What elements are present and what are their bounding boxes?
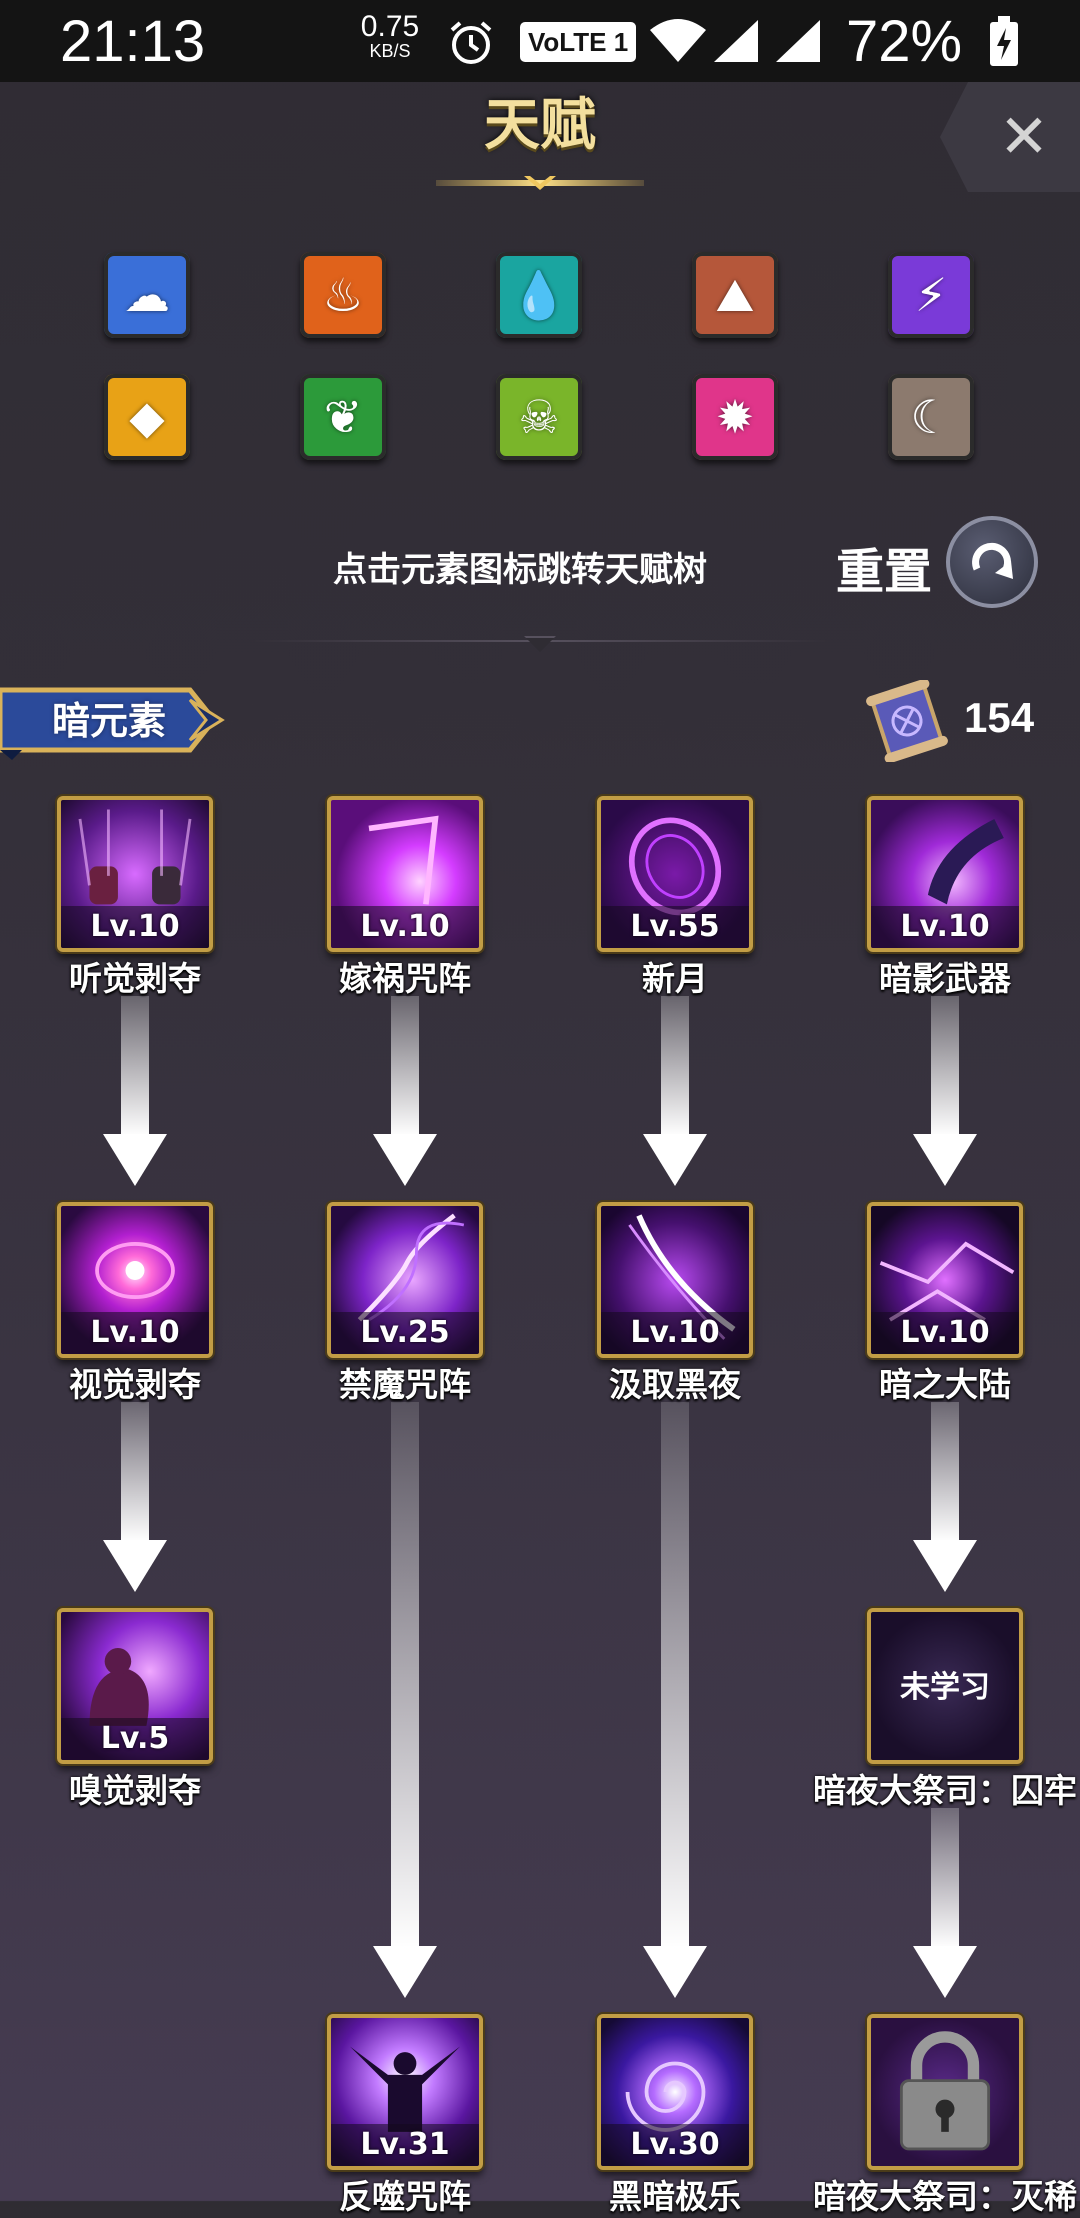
close-button[interactable]: ✕: [940, 82, 1080, 192]
skill-level: Lv.25: [331, 1312, 479, 1354]
arrow-down-long-icon: [643, 1402, 707, 1998]
skill-tile[interactable]: Lv.10: [57, 796, 213, 952]
skill-name: 暗影武器: [879, 959, 1011, 998]
arrow-down-icon: [103, 996, 167, 1186]
network-speed-value: 0.75: [360, 10, 420, 43]
lock-icon: [899, 2031, 991, 2151]
arrow-down-icon: [643, 996, 707, 1186]
water-drop-icon: 💧: [510, 268, 568, 322]
element-light-button[interactable]: ◆: [104, 374, 190, 460]
volte-badge: VoLTE 1: [520, 22, 637, 62]
talent-scroll-icon: [866, 680, 948, 762]
network-speed: 0.75 KB/S: [360, 10, 420, 61]
title-ornament: [436, 176, 644, 190]
skill-tile[interactable]: Lv.10: [327, 796, 483, 952]
skill-name: 嗅觉剥夺: [69, 1771, 201, 1810]
element-poison-button[interactable]: ☠: [496, 374, 582, 460]
arrow-down-icon: [103, 1402, 167, 1592]
skill-name: 禁魔咒阵: [339, 1365, 471, 1404]
skill-tile[interactable]: Lv.31: [327, 2014, 483, 2170]
page-title: 天赋: [484, 93, 596, 158]
skill-level: Lv.10: [61, 906, 209, 948]
wifi-icon: [650, 19, 706, 62]
alarm-icon: [450, 21, 492, 64]
signal-icon: [714, 20, 758, 62]
element-wind-button[interactable]: ☁: [104, 252, 190, 338]
refresh-icon: [972, 542, 1013, 579]
skill-status: 未学习: [900, 1670, 990, 1705]
skill-tile[interactable]: Lv.25: [327, 1202, 483, 1358]
skill-level: Lv.5: [61, 1718, 209, 1760]
element-water-button[interactable]: 💧: [496, 252, 582, 338]
battery-percent: 72%: [846, 9, 963, 74]
skill-tile-locked[interactable]: [867, 2014, 1023, 2170]
arrow-down-icon: [913, 1402, 977, 1592]
light-icon: ◆: [129, 390, 165, 444]
skill-name: 新月: [642, 959, 708, 998]
wind-icon: ☁: [124, 268, 170, 322]
skill-name: 反噬咒阵: [339, 2177, 471, 2216]
skill-tile[interactable]: Lv.30: [597, 2014, 753, 2170]
leaf-icon: ❦: [323, 390, 363, 444]
lightning-icon: ⚡: [914, 268, 948, 322]
skill-tile[interactable]: Lv.10: [597, 1202, 753, 1358]
close-icon: ✕: [998, 102, 1050, 172]
skill-name: 听觉剥夺: [69, 959, 201, 998]
element-earth-button[interactable]: ⛰: [692, 252, 778, 338]
fire-icon: ♨: [322, 268, 364, 322]
earth-icon: ⛰: [715, 268, 755, 322]
skill-name: 视觉剥夺: [69, 1365, 201, 1404]
skill-name: 暗夜大祭司：囚牢: [813, 1771, 1077, 1810]
element-moon-button[interactable]: ☾: [888, 374, 974, 460]
skill-level: Lv.10: [61, 1312, 209, 1354]
reset-button[interactable]: [946, 516, 1038, 608]
arrow-down-icon: [913, 1808, 977, 1998]
skill-name: 暗夜大祭司：灭稀: [813, 2177, 1077, 2216]
skill-level: Lv.10: [331, 906, 479, 948]
skill-tile[interactable]: Lv.10: [867, 796, 1023, 952]
arrow-down-long-icon: [373, 1402, 437, 1998]
network-speed-unit: KB/S: [369, 41, 411, 61]
skill-tile-locked[interactable]: 未学习: [867, 1608, 1023, 1764]
skill-tile[interactable]: Lv.5: [57, 1608, 213, 1764]
skill-level: Lv.30: [601, 2124, 749, 2166]
skill-tile[interactable]: Lv.55: [597, 796, 753, 952]
skill-tile[interactable]: Lv.10: [57, 1202, 213, 1358]
skill-name: 嫁祸咒阵: [339, 959, 471, 998]
element-holy-button[interactable]: ✹: [692, 374, 778, 460]
section-title: 暗元素: [52, 699, 167, 743]
hint-text: 点击元素图标跳转天赋树: [333, 550, 707, 590]
arrow-down-icon: [373, 996, 437, 1186]
divider-notch: [524, 636, 556, 652]
skill-level: Lv.10: [871, 1312, 1019, 1354]
moon-icon: ☾: [910, 390, 952, 444]
arrow-down-icon: [913, 996, 977, 1186]
skill-level: Lv.55: [601, 906, 749, 948]
sun-icon: ✹: [715, 390, 755, 444]
status-bar: 21:13 0.75 KB/S VoLTE 1 72%: [0, 0, 1080, 82]
battery-icon: [990, 16, 1018, 66]
element-fire-button[interactable]: ♨: [300, 252, 386, 338]
element-nature-button[interactable]: ❦: [300, 374, 386, 460]
skill-level: Lv.10: [871, 906, 1019, 948]
talent-points: 154: [964, 694, 1035, 741]
signal-icon-2: [776, 20, 820, 62]
skill-name: 汲取黑夜: [609, 1365, 741, 1404]
skill-level: Lv.31: [331, 2124, 479, 2166]
skull-icon: ☠: [518, 390, 560, 444]
element-thunder-button[interactable]: ⚡: [888, 252, 974, 338]
skill-tile[interactable]: Lv.10: [867, 1202, 1023, 1358]
skill-name: 暗之大陆: [879, 1365, 1011, 1404]
status-time: 21:13: [60, 9, 206, 74]
reset-label[interactable]: 重置: [836, 532, 932, 602]
skill-level: Lv.10: [601, 1312, 749, 1354]
